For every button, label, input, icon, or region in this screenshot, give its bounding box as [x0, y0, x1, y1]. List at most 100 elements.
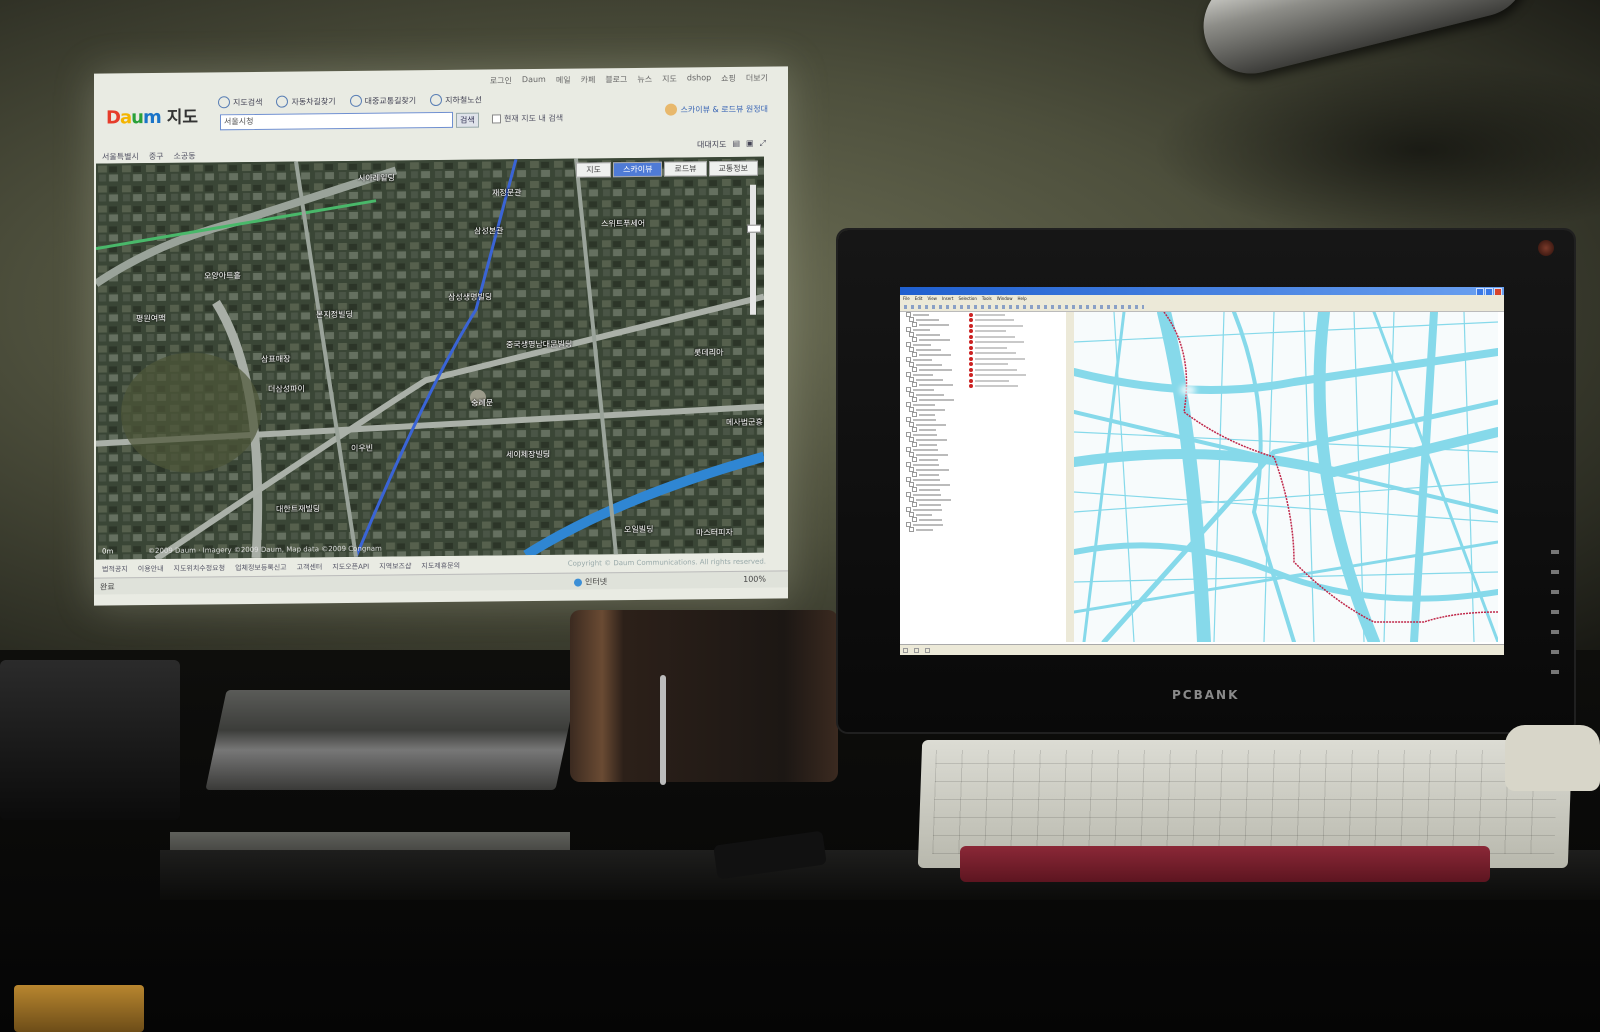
layer-checkbox[interactable] — [912, 442, 917, 447]
gis-road-map[interactable] — [1074, 312, 1498, 642]
map-mode-tab[interactable]: 교통정보 — [708, 160, 758, 177]
map-place-label[interactable]: 롯데리아 — [694, 347, 723, 358]
map-place-label[interactable]: 삼성생명빌딩 — [448, 291, 492, 302]
footer-link[interactable]: 지도오픈API — [332, 562, 369, 572]
share-icon[interactable]: ▣ — [746, 139, 754, 150]
search-tab[interactable]: 자동차길찾기 — [276, 95, 336, 108]
top-nav-link[interactable]: 카페 — [581, 74, 596, 85]
layer-checkbox[interactable] — [912, 382, 917, 387]
selection-tab-icon[interactable] — [925, 647, 930, 653]
map-mode-tab[interactable]: 스카이뷰 — [613, 161, 663, 178]
gis-menu-item[interactable]: Help — [1018, 295, 1027, 302]
layer-list-row[interactable] — [966, 384, 1066, 390]
map-place-label[interactable]: 중국생명남대문빌딩 — [506, 339, 572, 351]
gis-menu-item[interactable]: File — [903, 295, 910, 302]
layer-checkbox[interactable] — [912, 457, 917, 462]
map-mode-tab[interactable]: 로드뷰 — [664, 161, 707, 177]
location-item[interactable]: 서울특별시 — [102, 151, 139, 162]
top-nav-link[interactable]: 쇼핑 — [721, 73, 736, 84]
top-nav-link[interactable]: 메일 — [556, 75, 571, 86]
top-nav-link[interactable]: Daum — [522, 75, 546, 86]
map-place-label[interactable]: 삼표매장 — [261, 354, 290, 365]
top-nav-link[interactable]: 더보기 — [746, 73, 768, 84]
layer-checkbox[interactable] — [909, 527, 914, 532]
location-item[interactable]: 소공동 — [174, 151, 196, 162]
layer-table-of-contents[interactable] — [900, 312, 967, 642]
top-nav-link[interactable]: 블로그 — [605, 74, 627, 85]
map-place-label[interactable]: 오양아트홀 — [204, 270, 241, 281]
footer-link[interactable]: 이용안내 — [138, 564, 164, 574]
footer-link[interactable]: 지도위치수정요청 — [174, 563, 226, 574]
location-item[interactable]: 중구 — [149, 151, 164, 162]
footer-link[interactable]: 업체정보등록신고 — [235, 563, 287, 574]
map-place-label[interactable]: 스위트푸세어 — [601, 218, 645, 229]
top-nav-link[interactable]: 지도 — [662, 74, 677, 85]
map-place-label[interactable]: 더삼성파이 — [268, 383, 305, 394]
search-tab[interactable]: 지하철노선 — [430, 93, 482, 107]
top-nav-link[interactable]: 로그인 — [490, 75, 512, 86]
layer-checkbox[interactable] — [912, 472, 917, 477]
checkbox-box[interactable] — [492, 114, 501, 124]
layer-checkbox[interactable] — [912, 337, 917, 342]
layer-list-panel[interactable] — [966, 312, 1067, 642]
search-tab[interactable]: 지도검색 — [218, 96, 262, 109]
gis-menu-item[interactable]: Window — [997, 295, 1013, 302]
fullscreen-icon[interactable]: ⤢ — [760, 139, 766, 150]
layer-checkbox[interactable] — [912, 322, 917, 327]
map-place-label[interactable]: 삼성본관 — [474, 225, 503, 236]
screen-glare — [1180, 385, 1196, 395]
layer-checkbox[interactable] — [912, 352, 917, 357]
map-place-label[interactable]: 메사법군흥 — [726, 417, 763, 428]
map-place-label[interactable]: 세이체장빌딩 — [506, 449, 550, 460]
zoom-level[interactable]: 100% — [743, 575, 766, 584]
top-nav-link[interactable]: dshop — [687, 73, 711, 84]
layer-checkbox[interactable] — [912, 487, 917, 492]
gis-menu-item[interactable]: Insert — [942, 295, 953, 302]
point-symbol-icon — [969, 356, 973, 361]
print-icon[interactable]: ▤ — [732, 139, 740, 150]
layer-checkbox[interactable] — [912, 427, 917, 432]
map-place-label[interactable]: 오일빌딩 — [624, 524, 653, 535]
search-tab[interactable]: 대중교통길찾기 — [349, 94, 416, 107]
toc-layer-row[interactable] — [909, 527, 966, 532]
gis-menu-item[interactable]: Tools — [982, 295, 992, 302]
gis-toolbar[interactable] — [900, 302, 1504, 312]
map-place-label[interactable]: 마스터피자 — [696, 527, 733, 538]
portal-top-nav: 로그인 Daum 메일 카페 블로그 뉴스 지도 dshop 쇼핑 더보기 — [490, 73, 768, 87]
gis-menu-item[interactable]: View — [927, 295, 937, 302]
gis-menu-item[interactable]: Selection — [958, 295, 976, 302]
map-search-input[interactable]: 서울시청 — [220, 111, 453, 131]
map-place-label[interactable]: 본지정빌딩 — [316, 309, 353, 320]
map-mode-tab[interactable]: 지도 — [576, 162, 611, 178]
map-place-label[interactable]: 숭례문 — [471, 397, 493, 408]
footer-link[interactable]: 법적공지 — [102, 564, 128, 574]
skyview-promo-link[interactable]: 스카이뷰 & 로드뷰 원정대 — [664, 103, 768, 116]
satellite-map[interactable]: 지도 스카이뷰 로드뷰 교통정보 시아레일딩재정문관삼성본관 스위트푸세어오양아트홀삼성… — [96, 156, 764, 560]
daum-map-logo[interactable]: Daum 지도 — [106, 103, 198, 129]
layer-checkbox[interactable] — [912, 412, 917, 417]
layer-name — [916, 513, 932, 516]
map-place-label[interactable]: 대한트재빌딩 — [276, 503, 320, 514]
footer-link[interactable]: 지역보즈샵 — [379, 561, 411, 571]
source-tab-icon[interactable] — [914, 647, 919, 653]
zoom-slider[interactable] — [750, 184, 756, 315]
point-symbol-icon — [969, 329, 973, 334]
footer-link[interactable]: 지도제휴문의 — [421, 561, 460, 571]
layer-checkbox[interactable] — [912, 397, 917, 402]
top-nav-link[interactable]: 뉴스 — [637, 74, 652, 85]
map-place-label[interactable]: 재정문관 — [492, 187, 521, 198]
layer-checkbox[interactable] — [912, 517, 917, 522]
search-button[interactable]: 검색 — [456, 112, 479, 128]
search-in-map-checkbox[interactable]: 현재 지도 내 검색 — [492, 113, 563, 125]
map-toolbar-label[interactable]: 대대지도 — [697, 139, 726, 150]
map-place-label[interactable]: 이우빈 — [351, 443, 373, 454]
layer-checkbox[interactable] — [912, 367, 917, 372]
layer-name — [919, 353, 951, 356]
map-place-label[interactable]: 시아레일딩 — [358, 172, 395, 183]
map-place-label[interactable]: 평원여맥 — [136, 313, 165, 324]
footer-link[interactable]: 고객센터 — [297, 562, 323, 572]
gis-menu-item[interactable]: Edit — [915, 295, 923, 302]
display-tab-icon[interactable] — [903, 647, 908, 653]
gis-vertical-toolbar[interactable] — [1066, 312, 1074, 642]
layer-checkbox[interactable] — [912, 502, 917, 507]
